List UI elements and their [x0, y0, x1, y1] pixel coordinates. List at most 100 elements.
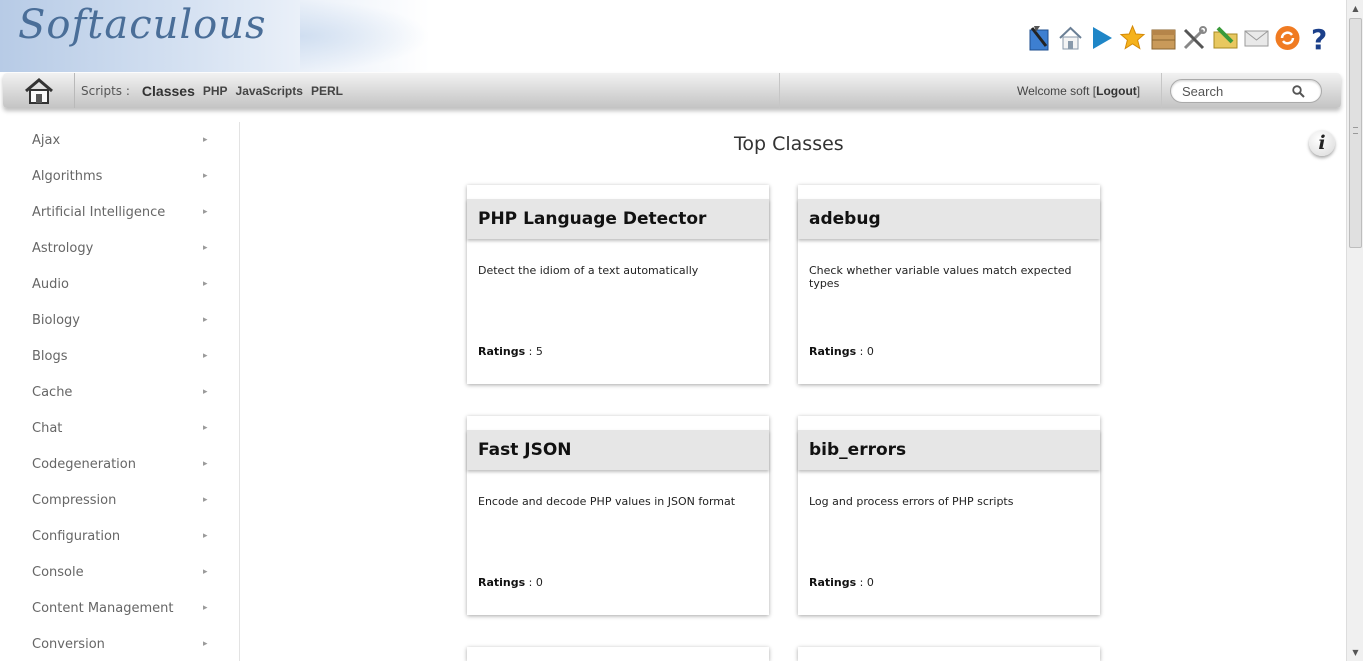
sidebar-item-biology[interactable]: Biology ▸	[0, 302, 239, 338]
page-title: Top Classes	[734, 133, 844, 155]
card-title[interactable]: Fast JSON	[467, 430, 769, 470]
sidebar-item-label: Artificial Intelligence	[32, 204, 166, 220]
arrow-right-icon: ▸	[203, 495, 208, 505]
arrow-right-icon: ▸	[203, 135, 208, 145]
folder-edit-icon[interactable]	[1212, 23, 1239, 53]
svg-text:?: ?	[1311, 24, 1327, 52]
sidebar-item-label: Ajax	[32, 132, 61, 148]
ratings-label: Ratings	[809, 345, 857, 358]
sidebar-item-compression[interactable]: Compression ▸	[0, 482, 239, 518]
sidebar-item-content-management[interactable]: Content Management ▸	[0, 590, 239, 626]
card-description: Encode and decode PHP values in JSON for…	[478, 495, 736, 508]
scrollbar-thumb[interactable]	[1349, 18, 1362, 248]
card-title[interactable]: adebug	[798, 199, 1100, 239]
help-icon[interactable]: ?	[1305, 23, 1332, 53]
sidebar-item-label: Biology	[32, 312, 80, 328]
card-title[interactable]: PHP Language Detector	[467, 199, 769, 239]
nav-home-button[interactable]	[3, 73, 75, 108]
sidebar-item-label: Conversion	[32, 636, 105, 652]
class-card-partial[interactable]	[798, 647, 1100, 661]
header: Softaculous ?	[0, 0, 1346, 72]
nav-link-classes[interactable]: Classes	[142, 83, 195, 99]
arrow-right-icon: ▸	[203, 567, 208, 577]
sidebar-item-label: Audio	[32, 276, 69, 292]
sidebar-item-label: Chat	[32, 420, 63, 436]
sidebar-item-blogs[interactable]: Blogs ▸	[0, 338, 239, 374]
card-rating: Ratings : 0	[478, 576, 543, 589]
arrow-right-icon: ▸	[203, 279, 208, 289]
sidebar-item-audio[interactable]: Audio ▸	[0, 266, 239, 302]
info-icon[interactable]: i	[1309, 130, 1335, 156]
class-card[interactable]: Fast JSON Encode and decode PHP values i…	[467, 416, 769, 615]
sidebar-item-label: Configuration	[32, 528, 121, 544]
mail-icon[interactable]	[1243, 23, 1270, 53]
arrow-right-icon: ▸	[203, 603, 208, 613]
sidebar-item-label: Compression	[32, 492, 117, 508]
sidebar-item-codegeneration[interactable]: Codegeneration ▸	[0, 446, 239, 482]
sidebar-item-cache[interactable]: Cache ▸	[0, 374, 239, 410]
class-card[interactable]: adebug Check whether variable values mat…	[798, 185, 1100, 384]
nav-link-php[interactable]: PHP	[203, 84, 228, 98]
welcome-text: Welcome soft [	[1017, 83, 1097, 98]
scroll-down-arrow-icon[interactable]: ▼	[1347, 644, 1363, 661]
sidebar-item-label: Algorithms	[32, 168, 103, 184]
logout-link[interactable]: Logout	[1096, 84, 1137, 98]
box-icon[interactable]	[1150, 23, 1177, 53]
home-icon	[24, 77, 53, 104]
sidebar-item-algorithms[interactable]: Algorithms ▸	[0, 158, 239, 194]
ratings-label: Ratings	[478, 576, 526, 589]
nav-divider	[779, 73, 780, 108]
sidebar-item-chat[interactable]: Chat ▸	[0, 410, 239, 446]
sidebar-item-configuration[interactable]: Configuration ▸	[0, 518, 239, 554]
sidebar-item-label: Codegeneration	[32, 456, 136, 472]
install-tool-icon[interactable]	[1026, 23, 1053, 53]
class-card-partial[interactable]	[467, 647, 769, 661]
star-icon[interactable]	[1119, 23, 1146, 53]
script-type-nav: Scripts : Classes PHP JavaScripts PERL	[81, 73, 343, 108]
top-toolbar: ?	[1026, 22, 1332, 54]
vertical-scrollbar[interactable]: ▲ ▼	[1346, 0, 1363, 661]
sidebar-item-label: Blogs	[32, 348, 68, 364]
search-icon[interactable]	[1292, 84, 1305, 98]
arrow-right-icon: ▸	[203, 243, 208, 253]
arrow-right-icon: ▸	[203, 639, 208, 649]
sidebar-item-console[interactable]: Console ▸	[0, 554, 239, 590]
sidebar-item-label: Console	[32, 564, 84, 580]
search-input[interactable]	[1182, 83, 1292, 99]
nav-divider	[1161, 73, 1162, 108]
sidebar-item-artificial-intelligence[interactable]: Artificial Intelligence ▸	[0, 194, 239, 230]
sidebar-item-ajax[interactable]: Ajax ▸	[0, 122, 239, 158]
card-title[interactable]: bib_errors	[798, 430, 1100, 470]
card-rating: Ratings : 0	[809, 576, 874, 589]
arrow-right-icon: ▸	[203, 207, 208, 217]
softaculous-logo[interactable]: Softaculous	[18, 2, 267, 48]
home-icon[interactable]	[1057, 23, 1084, 53]
welcome-suffix: ]	[1136, 83, 1141, 98]
class-card[interactable]: bib_errors Log and process errors of PHP…	[798, 416, 1100, 615]
category-sidebar: Ajax ▸ Algorithms ▸ Artificial Intelligenc…	[0, 122, 240, 661]
sidebar-item-conversion[interactable]: Conversion ▸	[0, 626, 239, 661]
nav-link-perl[interactable]: PERL	[311, 84, 343, 98]
rating-value: 5	[535, 345, 543, 358]
rating-value: 0	[866, 576, 874, 589]
arrow-right-icon: ▸	[203, 351, 208, 361]
arrow-right-icon: ▸	[203, 387, 208, 397]
ratings-label: Ratings	[478, 345, 526, 358]
arrow-right-icon: ▸	[203, 459, 208, 469]
arrow-right-icon: ▸	[203, 171, 208, 181]
card-rating: Ratings : 5	[478, 345, 543, 358]
class-card[interactable]: PHP Language Detector Detect the idiom o…	[467, 185, 769, 384]
scroll-up-arrow-icon[interactable]: ▲	[1347, 0, 1363, 17]
tools-icon[interactable]	[1181, 23, 1208, 53]
play-icon[interactable]	[1088, 23, 1115, 53]
nav-link-javascripts[interactable]: JavaScripts	[236, 84, 303, 98]
refresh-icon[interactable]	[1274, 23, 1301, 53]
sidebar-item-label: Content Management	[32, 600, 174, 616]
sidebar-item-label: Cache	[32, 384, 73, 400]
ratings-label: Ratings	[809, 576, 857, 589]
card-description: Detect the idiom of a text automatically	[478, 264, 699, 277]
sidebar-item-astrology[interactable]: Astrology ▸	[0, 230, 239, 266]
arrow-right-icon: ▸	[203, 423, 208, 433]
sidebar-item-label: Astrology	[32, 240, 94, 256]
rating-value: 0	[535, 576, 543, 589]
